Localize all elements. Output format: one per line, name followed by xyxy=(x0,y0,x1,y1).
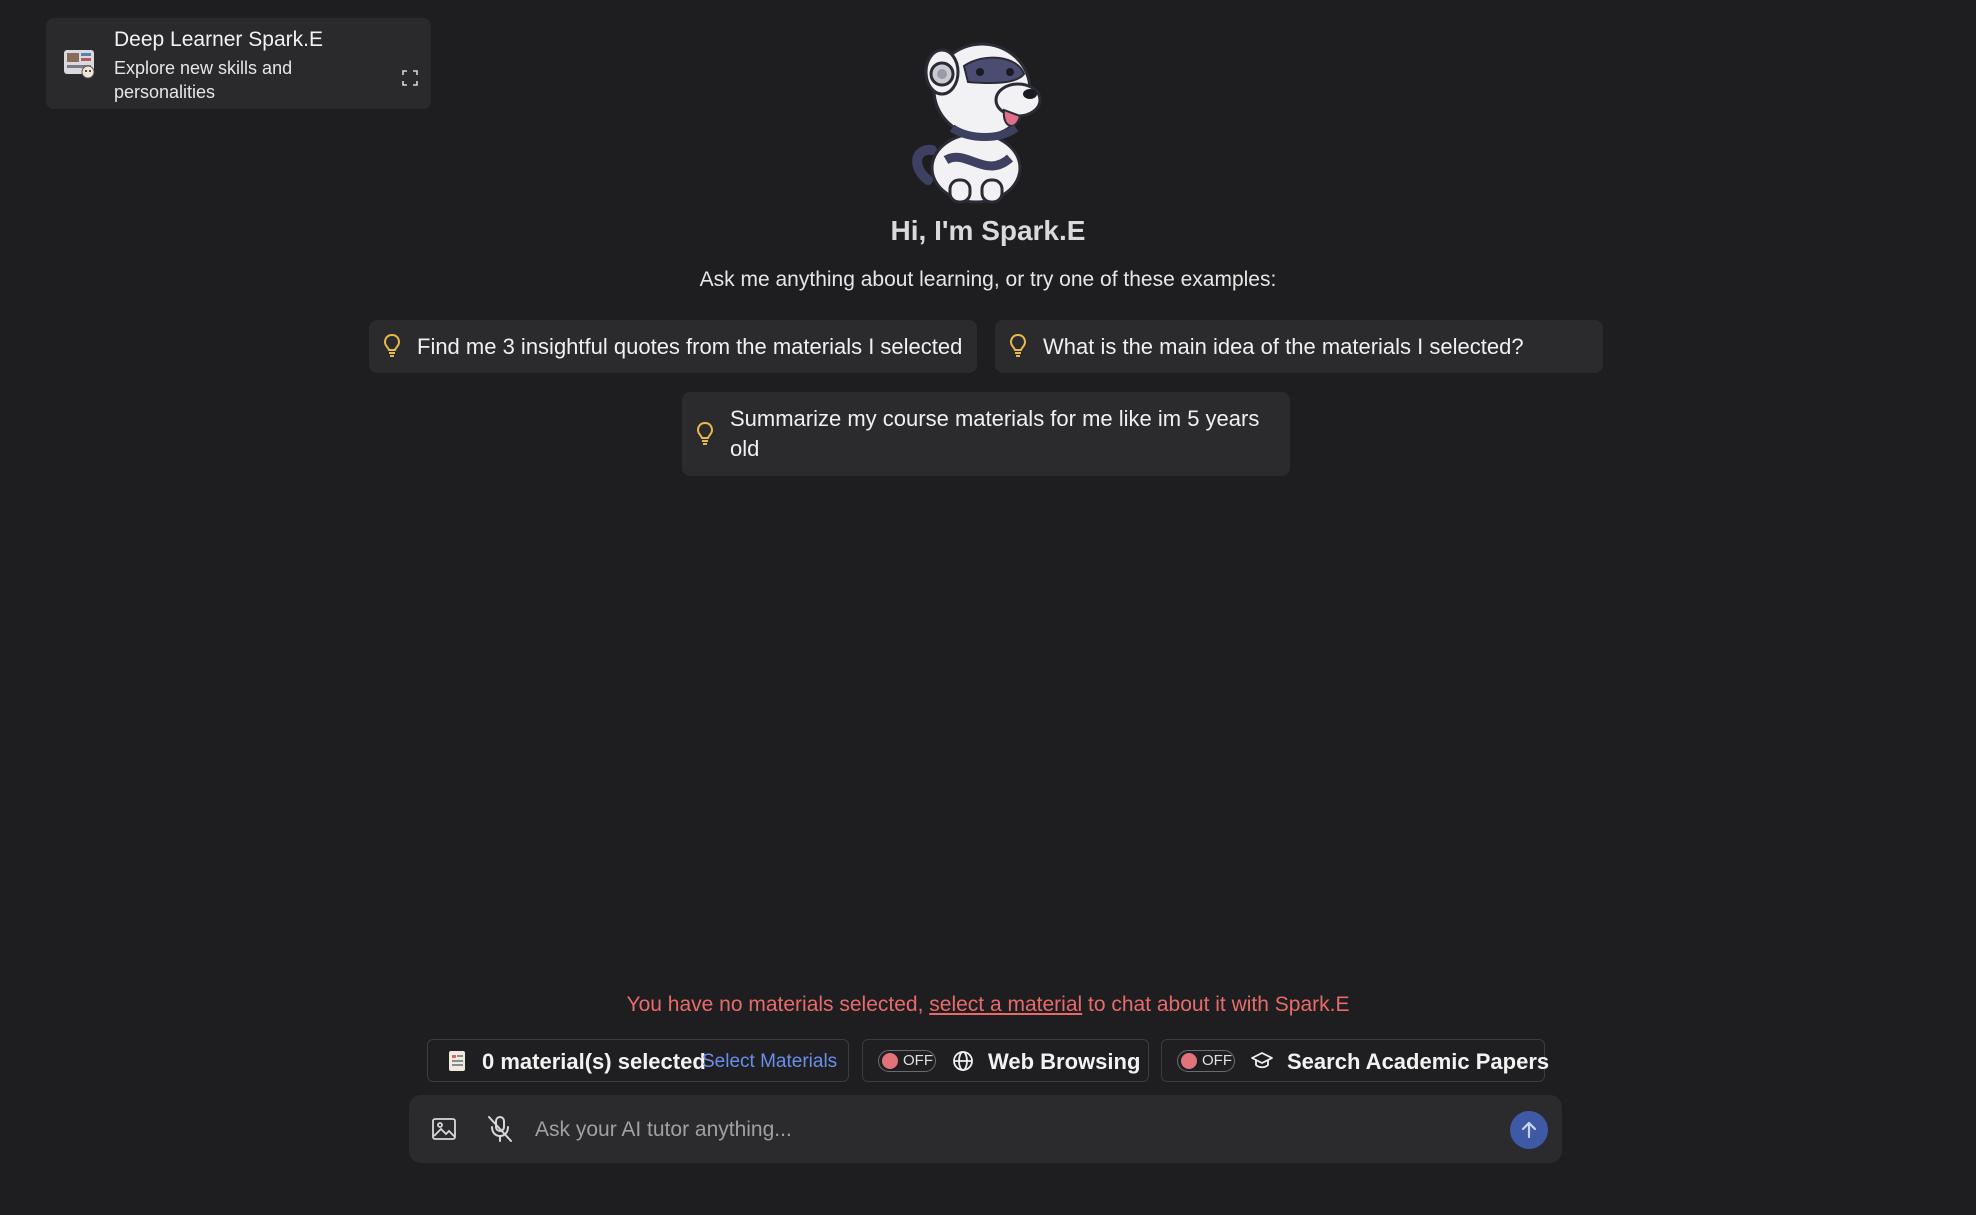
select-material-link[interactable]: select a material xyxy=(929,993,1082,1016)
persona-card[interactable]: Deep Learner Spark.E Explore new skills … xyxy=(46,18,431,109)
greeting-title: Hi, I'm Spark.E xyxy=(890,215,1086,246)
example-text: Find me 3 insightful quotes from the mat… xyxy=(417,334,963,359)
expand-icon[interactable] xyxy=(402,70,418,86)
example-prompt-summarize[interactable]: Summarize my course materials for me lik… xyxy=(682,392,1290,476)
academic-papers-label: Search Academic Papers xyxy=(1287,1049,1550,1074)
image-icon[interactable] xyxy=(431,1117,457,1141)
lightbulb-icon xyxy=(1009,333,1027,359)
persona-title: Deep Learner Spark.E xyxy=(114,28,323,51)
toggle-knob xyxy=(882,1053,898,1069)
materials-selector[interactable]: 0 material(s) selected Select Materials xyxy=(427,1039,849,1082)
warning-text-after: to chat about it with Spark.E xyxy=(1082,993,1350,1016)
app-root: Deep Learner Spark.E Explore new skills … xyxy=(0,0,1976,1215)
web-browsing-toggle[interactable]: OFF xyxy=(878,1050,936,1072)
chat-input-bar xyxy=(409,1095,1562,1163)
academic-papers-toggle[interactable]: OFF xyxy=(1177,1050,1235,1072)
chat-input[interactable] xyxy=(533,1109,1387,1151)
globe-icon xyxy=(952,1050,974,1072)
example-text: What is the main idea of the materials I… xyxy=(1043,334,1524,359)
persona-subtitle: Explore new skills and personalities xyxy=(114,58,293,102)
arrow-up-icon xyxy=(1521,1121,1537,1139)
persona-avatar-icon xyxy=(62,46,98,80)
toggle-knob xyxy=(1181,1053,1197,1069)
toggle-state: OFF xyxy=(1202,1052,1232,1069)
select-materials-link[interactable]: Select Materials xyxy=(702,1051,837,1073)
web-browsing-chip: OFF Web Browsing xyxy=(862,1039,1149,1082)
example-text: Summarize my course materials for me lik… xyxy=(730,406,1260,461)
materials-count: 0 material(s) selected xyxy=(482,1049,706,1074)
no-materials-warning: You have no materials selected, select a… xyxy=(0,993,1976,1017)
lightbulb-icon xyxy=(696,421,714,447)
lightbulb-icon xyxy=(383,333,401,359)
graduation-cap-icon xyxy=(1251,1050,1273,1072)
example-prompt-quotes[interactable]: Find me 3 insightful quotes from the mat… xyxy=(369,320,977,373)
web-browsing-label: Web Browsing xyxy=(988,1049,1141,1074)
toggle-state: OFF xyxy=(903,1052,933,1069)
greeting-subtitle: Ask me anything about learning, or try o… xyxy=(699,268,1277,291)
send-button[interactable] xyxy=(1510,1111,1548,1149)
example-prompt-main-idea[interactable]: What is the main idea of the materials I… xyxy=(995,320,1603,373)
mic-off-icon[interactable] xyxy=(486,1114,514,1144)
spark-e-mascot xyxy=(906,30,1056,205)
academic-papers-chip: OFF Search Academic Papers xyxy=(1161,1039,1549,1082)
document-icon xyxy=(447,1050,467,1072)
warning-text-before: You have no materials selected, xyxy=(626,993,930,1016)
